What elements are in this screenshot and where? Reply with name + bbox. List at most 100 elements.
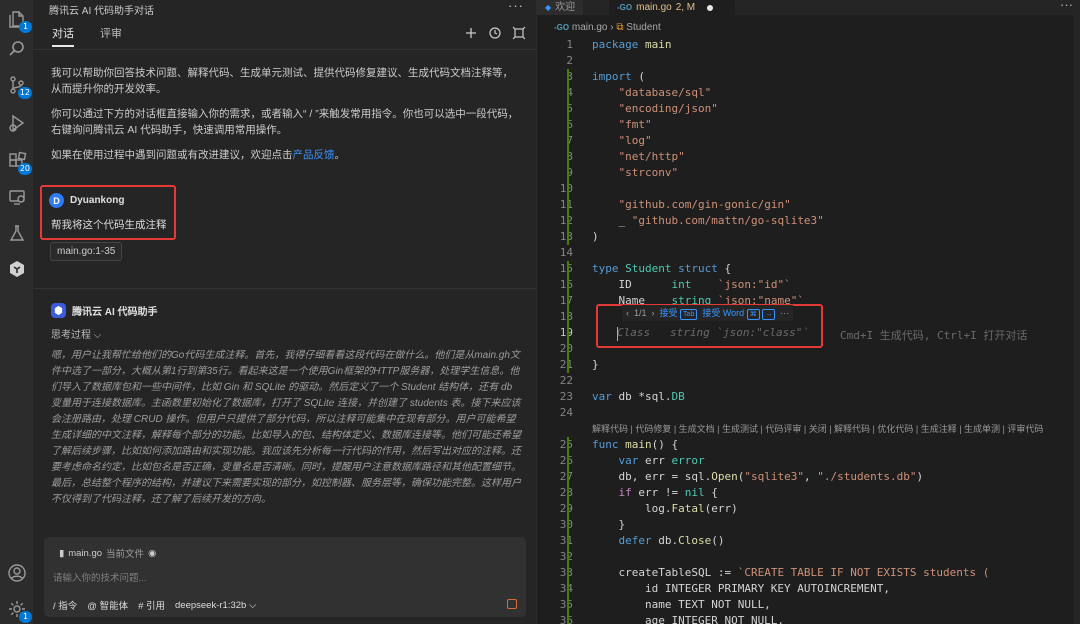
accept-word-button[interactable]: 接受 Word ⌘ →: [702, 306, 776, 320]
files-icon[interactable]: 1: [6, 8, 32, 33]
code-line[interactable]: 7 "log": [537, 133, 1080, 149]
stop-icon[interactable]: [507, 599, 517, 609]
git-change-marker[interactable]: [567, 517, 569, 533]
code-line[interactable]: 32: [537, 549, 1080, 565]
git-change-marker[interactable]: [567, 293, 569, 309]
fullscreen-icon[interactable]: [512, 26, 526, 45]
remote-explorer-icon[interactable]: [6, 186, 28, 208]
git-change-marker[interactable]: [567, 341, 569, 357]
model-selector[interactable]: deepseek-r1:32b ⌵: [175, 600, 256, 611]
git-change-marker[interactable]: [567, 165, 569, 181]
prev-suggestion-icon[interactable]: ‹: [626, 308, 629, 318]
new-chat-icon[interactable]: [464, 26, 478, 45]
chat-input-placeholder[interactable]: 请输入你的技术问题...: [53, 570, 146, 584]
code-line[interactable]: 30 }: [537, 517, 1080, 533]
unsaved-dot-icon[interactable]: [707, 4, 714, 11]
breadcrumb-symbol[interactable]: Student: [626, 22, 660, 33]
git-change-marker[interactable]: [567, 181, 569, 197]
source-control-icon[interactable]: 12: [6, 74, 32, 99]
code-line[interactable]: 8 "net/http": [537, 149, 1080, 165]
code-line[interactable]: 21}: [537, 357, 1080, 373]
codelens-actions[interactable]: 解释代码 | 代码修复 | 生成文档 | 生成测试 | 代码评审 | 关闭 | …: [537, 421, 1080, 437]
account-icon[interactable]: [6, 562, 28, 584]
code-line[interactable]: 35 name TEXT NOT NULL,: [537, 597, 1080, 613]
git-change-marker[interactable]: [567, 229, 569, 245]
git-change-marker[interactable]: [567, 69, 569, 85]
code-line[interactable]: 14: [537, 245, 1080, 261]
git-change-marker[interactable]: [567, 277, 569, 293]
code-line[interactable]: 3 import (: [537, 69, 1080, 85]
git-change-marker[interactable]: [567, 261, 569, 277]
code-line[interactable]: 34 id INTEGER PRIMARY KEY AUTOINCREMENT,: [537, 581, 1080, 597]
git-change-marker[interactable]: [567, 469, 569, 485]
code-line[interactable]: 5 "encoding/json": [537, 101, 1080, 117]
git-change-marker[interactable]: [567, 101, 569, 117]
feedback-link[interactable]: 产品反馈: [293, 149, 335, 161]
file-reference-chip[interactable]: main.go:1-35: [50, 242, 123, 261]
git-change-marker[interactable]: [567, 213, 569, 229]
code-line[interactable]: 1 package main: [537, 37, 1080, 53]
git-change-marker[interactable]: [567, 325, 569, 341]
git-change-marker[interactable]: [567, 357, 569, 373]
agent-button[interactable]: @ 智能体: [87, 598, 128, 612]
tab-chat[interactable]: 对话: [52, 25, 74, 47]
git-change-marker[interactable]: [567, 501, 569, 517]
code-line[interactable]: 27 db, err = sql.Open("sqlite3", "./stud…: [537, 469, 1080, 485]
git-change-marker[interactable]: [567, 133, 569, 149]
git-change-marker[interactable]: [567, 565, 569, 581]
code-line[interactable]: 28 if err != nil {: [537, 485, 1080, 501]
code-line[interactable]: 6 "fmt": [537, 117, 1080, 133]
code-line[interactable]: 4 "database/sql": [537, 85, 1080, 101]
git-change-marker[interactable]: [567, 549, 569, 565]
search-icon[interactable]: [6, 38, 28, 60]
tencent-ai-icon[interactable]: [6, 258, 28, 280]
history-icon[interactable]: [488, 26, 502, 45]
context-chip[interactable]: ▮ main.go 当前文件 ◉: [59, 546, 156, 561]
code-line[interactable]: 31 defer db.Close(): [537, 533, 1080, 549]
git-change-marker[interactable]: [567, 117, 569, 133]
scrollbar[interactable]: [1074, 0, 1080, 624]
git-change-marker[interactable]: [567, 533, 569, 549]
tab-welcome[interactable]: ◆ 欢迎: [537, 0, 584, 15]
code-line[interactable]: 11 "github.com/gin-gonic/gin": [537, 197, 1080, 213]
git-change-marker[interactable]: [567, 485, 569, 501]
code-line[interactable]: 13): [537, 229, 1080, 245]
run-debug-icon[interactable]: [6, 112, 28, 134]
reference-button[interactable]: # 引用: [138, 598, 165, 612]
more-actions-icon[interactable]: ···: [508, 0, 524, 13]
codelens-text[interactable]: 解释代码 | 代码修复 | 生成文档 | 生成测试 | 代码评审 | 关闭 | …: [592, 421, 1043, 437]
more-actions-icon[interactable]: ···: [1060, 0, 1073, 12]
git-change-marker[interactable]: [567, 197, 569, 213]
code-line[interactable]: 2: [537, 53, 1080, 69]
code-line[interactable]: 25func main() {: [537, 437, 1080, 453]
code-line[interactable]: 26 var err error: [537, 453, 1080, 469]
command-button[interactable]: / 指令: [53, 598, 77, 612]
git-change-marker[interactable]: [567, 437, 569, 453]
extensions-icon[interactable]: 20: [6, 150, 32, 175]
git-change-marker[interactable]: [567, 149, 569, 165]
git-change-marker[interactable]: [567, 581, 569, 597]
code-line[interactable]: 29 log.Fatal(err): [537, 501, 1080, 517]
accept-button[interactable]: 接受 Tab: [660, 306, 698, 320]
code-line[interactable]: 23 var db *sql.DB: [537, 389, 1080, 405]
git-change-marker[interactable]: [567, 85, 569, 101]
eye-icon[interactable]: ◉: [148, 548, 156, 559]
code-line[interactable]: 15type Student struct {: [537, 261, 1080, 277]
breadcrumb-file[interactable]: main.go: [572, 22, 608, 33]
suggestion-more[interactable]: ···: [780, 308, 789, 318]
code-line[interactable]: 12 _ "github.com/mattn/go-sqlite3": [537, 213, 1080, 229]
git-change-marker[interactable]: [567, 613, 569, 624]
git-change-marker[interactable]: [567, 309, 569, 325]
git-change-marker[interactable]: [567, 453, 569, 469]
chat-input-box[interactable]: ▮ main.go 当前文件 ◉ 请输入你的技术问题... / 指令 @ 智能体…: [44, 537, 526, 617]
git-change-marker[interactable]: [567, 597, 569, 613]
code-line[interactable]: 22: [537, 373, 1080, 389]
code-line[interactable]: 9 "strconv": [537, 165, 1080, 181]
code-line[interactable]: 16 ID int `json:"id"`: [537, 277, 1080, 293]
code-line[interactable]: 33 createTableSQL := `CREATE TABLE IF NO…: [537, 565, 1080, 581]
thinking-toggle[interactable]: 思考过程 ⌵: [51, 326, 101, 341]
next-suggestion-icon[interactable]: ›: [652, 308, 655, 318]
code-line[interactable]: 36 age INTEGER NOT NULL,: [537, 613, 1080, 624]
tab-main-go[interactable]: -GO main.go 2, M: [609, 0, 735, 15]
code-line[interactable]: 10: [537, 181, 1080, 197]
